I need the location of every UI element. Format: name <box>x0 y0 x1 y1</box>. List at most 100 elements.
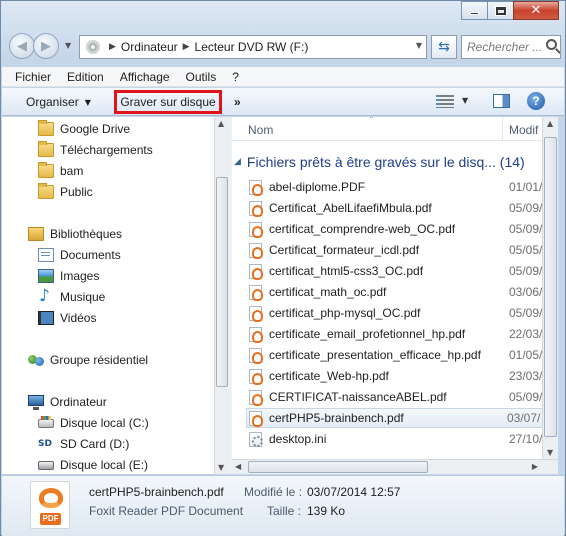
column-header-row: ⌃ Nom Modif <box>232 117 542 141</box>
breadcrumb-separator-icon[interactable]: ▶ <box>109 42 116 52</box>
file-name: certPHP5-brainbench.pdf <box>269 411 404 425</box>
scroll-left-icon[interactable]: ◀ <box>235 462 241 471</box>
address-bar[interactable]: ▶ Ordinateur ▶ Lecteur DVD RW (F:) ▼ <box>79 35 427 59</box>
file-row[interactable]: certificate_Web-hp.pdf 23/03/ <box>249 366 542 386</box>
pdf-file-icon <box>249 242 263 259</box>
scroll-up-icon[interactable]: ▲ <box>218 119 224 128</box>
details-modified-value: 03/07/2014 12:57 <box>307 485 401 499</box>
file-row[interactable]: certificate_presentation_efficace_hp.pdf… <box>249 345 542 365</box>
nav-item-musique[interactable]: Musique <box>38 286 105 307</box>
maximize-icon <box>494 5 507 16</box>
nav-item-google-drive[interactable]: Google Drive <box>38 119 130 139</box>
menu-fichier[interactable]: Fichier <box>9 70 57 84</box>
nav-item-videos[interactable]: Vidéos <box>38 308 96 328</box>
file-row[interactable]: Certificat_formateur_icdl.pdf 05/05/ <box>249 240 542 260</box>
menu-edition[interactable]: Edition <box>61 70 110 84</box>
file-name: certificat_php-mysql_OC.pdf <box>269 306 421 320</box>
maximize-button[interactable] <box>487 1 514 20</box>
scroll-up-icon[interactable]: ▲ <box>547 119 553 128</box>
file-date: 05/09/ <box>509 222 542 236</box>
navigation-pane: Google Drive Téléchargements bam Public … <box>2 117 214 474</box>
refresh-button[interactable]: ⇆ <box>431 35 457 59</box>
navigation-scrollbar[interactable]: ▲ ▼ <box>214 117 229 474</box>
nav-item-telechargements[interactable]: Téléchargements <box>38 140 153 160</box>
dvd-drive-icon <box>86 40 100 54</box>
breadcrumb-separator-icon[interactable]: ▶ <box>183 42 190 52</box>
breadcrumb-dvd-drive[interactable]: Lecteur DVD RW (F:) <box>195 40 309 54</box>
file-row[interactable]: certificate_email_profetionnel_hp.pdf 22… <box>249 324 542 344</box>
file-row[interactable]: abel-diplome.PDF 01/01/ <box>249 177 542 197</box>
nav-item-bam[interactable]: bam <box>38 161 83 181</box>
chevron-down-icon: ▼ <box>84 97 91 107</box>
file-date: 27/10/ <box>509 432 542 446</box>
scrollbar-thumb[interactable] <box>216 177 228 387</box>
scroll-down-icon[interactable]: ▼ <box>547 448 553 457</box>
burn-to-disc-button[interactable]: Graver sur disque <box>114 90 222 114</box>
group-header[interactable]: ◢ Fichiers prêts à être gravés sur le di… <box>234 152 542 172</box>
help-icon[interactable]: ? <box>527 92 545 110</box>
column-header-name[interactable]: Nom <box>248 123 273 137</box>
scroll-right-icon[interactable]: ▶ <box>532 462 538 471</box>
file-row[interactable]: Certificat_AbelLifaefiMbula.pdf 05/09/ <box>249 198 542 218</box>
sd-card-icon <box>38 437 54 451</box>
file-name: certificat_html5-css3_OC.pdf <box>269 264 424 278</box>
scrollbar-thumb[interactable] <box>544 137 557 437</box>
file-list-horizontal-scrollbar[interactable]: ◀ ▶ <box>232 459 558 474</box>
menu-help[interactable]: ? <box>226 70 245 84</box>
change-view-icon[interactable] <box>436 95 454 108</box>
file-date: 01/05/ <box>509 348 542 362</box>
details-file-name: certPHP5-brainbench.pdf <box>89 485 224 499</box>
nav-item-label: Images <box>60 269 100 283</box>
close-button[interactable]: ✕ <box>513 1 559 20</box>
file-list-vertical-scrollbar[interactable]: ▲ ▼ <box>542 117 558 459</box>
collapse-group-icon[interactable]: ◢ <box>234 157 241 167</box>
nav-item-disque-c[interactable]: Disque local (C:) <box>38 413 149 433</box>
organiser-button[interactable]: Organiser ▼ <box>26 92 91 112</box>
file-row-selected[interactable]: certPHP5-brainbench.pdf 03/07/ <box>246 408 542 428</box>
burn-to-disc-label: Graver sur disque <box>120 95 216 109</box>
forward-button[interactable]: ▶ <box>33 33 59 59</box>
column-header-modified[interactable]: Modif <box>509 123 538 137</box>
nav-item-label: Bibliothèques <box>50 227 123 241</box>
nav-item-disque-e[interactable]: Disque local (E:) <box>38 455 148 474</box>
scrollbar-thumb[interactable] <box>248 461 428 473</box>
nav-item-public[interactable]: Public <box>38 182 93 202</box>
view-options-dropdown-icon[interactable]: ▼ <box>462 96 468 105</box>
address-dropdown-icon[interactable]: ▼ <box>416 41 422 50</box>
nav-item-label: Public <box>60 185 93 199</box>
menu-affichage[interactable]: Affichage <box>114 70 176 84</box>
breadcrumb-computer[interactable]: Ordinateur <box>121 40 178 54</box>
file-row[interactable]: certificat_comprendre-web_OC.pdf 05/09/ <box>249 219 542 239</box>
menu-outils[interactable]: Outils <box>180 70 223 84</box>
local-disk-icon <box>38 460 54 470</box>
file-row[interactable]: certificat_html5-css3_OC.pdf 05/09/ <box>249 261 542 281</box>
details-modified-label: Modifié le : <box>244 485 303 499</box>
file-row[interactable]: certificat_math_oc.pdf 03/06/ <box>249 282 542 302</box>
file-date: 03/06/ <box>509 285 542 299</box>
nav-item-ordinateur[interactable]: Ordinateur <box>28 392 107 412</box>
history-buttons: ◀ ▶ <box>9 33 59 59</box>
nav-item-images[interactable]: Images <box>38 266 99 286</box>
file-row[interactable]: certificat_php-mysql_OC.pdf 05/09/ <box>249 303 542 323</box>
settings-file-icon <box>249 431 263 447</box>
search-box[interactable]: Rechercher ... <box>461 35 561 59</box>
column-divider[interactable] <box>502 117 503 141</box>
details-file-type: Foxit Reader PDF Document <box>89 504 244 518</box>
nav-item-documents[interactable]: Documents <box>38 245 121 265</box>
nav-item-bibliotheques[interactable]: Bibliothèques <box>28 224 122 244</box>
preview-pane-icon[interactable] <box>493 94 510 108</box>
more-commands-button[interactable]: » <box>234 92 241 112</box>
back-button[interactable]: ◀ <box>9 33 35 59</box>
nav-item-groupe-residentiel[interactable]: Groupe résidentiel <box>28 350 148 370</box>
search-icon <box>546 39 557 50</box>
nav-item-label: Google Drive <box>60 122 131 136</box>
minimize-button[interactable] <box>461 1 488 20</box>
scroll-down-icon[interactable]: ▼ <box>218 463 224 472</box>
recent-pages-dropdown[interactable]: ▼ <box>65 41 71 50</box>
navigation-row: ◀ ▶ ▼ ▶ Ordinateur ▶ Lecteur DVD RW (F:)… <box>9 31 561 61</box>
arrow-left-icon: ◀ <box>17 38 27 54</box>
file-list: ⌃ Nom Modif ◢ Fichiers prêts à être grav… <box>232 117 542 459</box>
file-row[interactable]: CERTIFICAT-naissanceABEL.pdf 05/09/ <box>249 387 542 407</box>
file-row[interactable]: desktop.ini 27/10/ <box>249 429 542 449</box>
nav-item-sd-card[interactable]: SD Card (D:) <box>38 434 129 454</box>
